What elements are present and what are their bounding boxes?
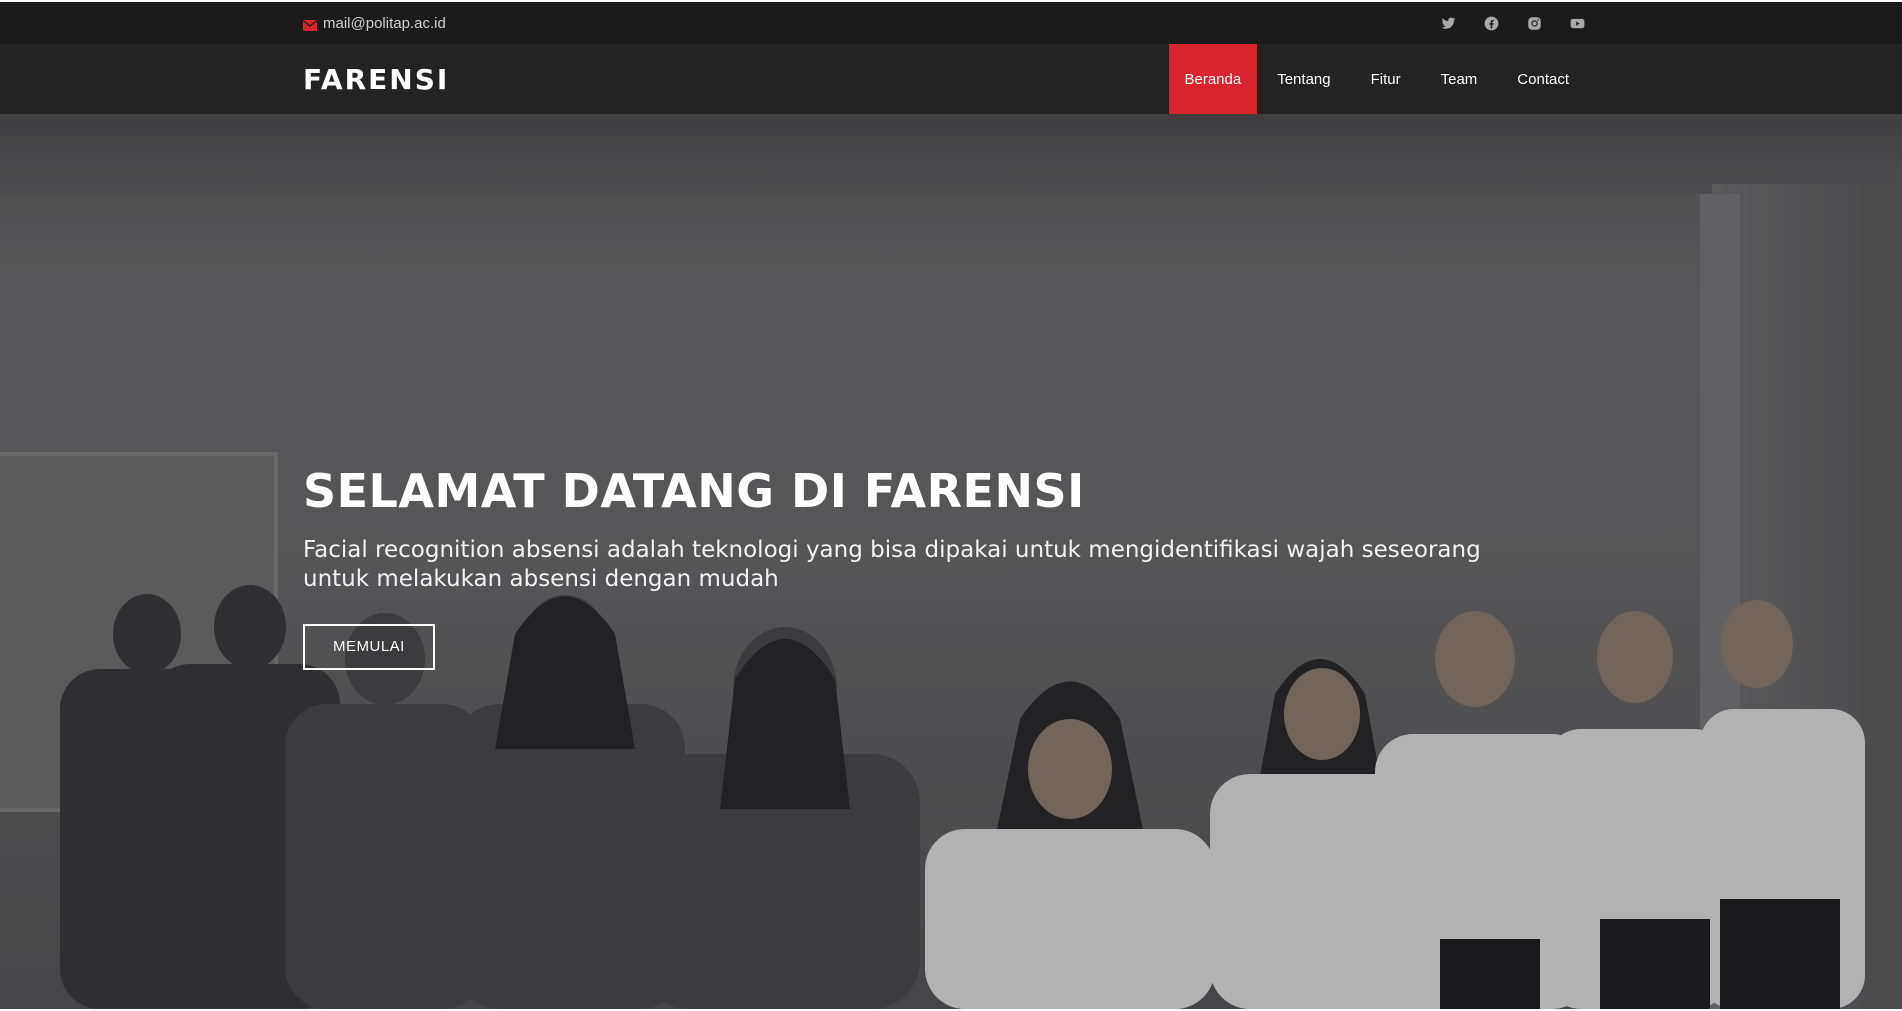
youtube-icon[interactable] [1566, 12, 1589, 35]
hero-content: SELAMAT DATANG DI FARENSI Facial recogni… [303, 464, 1593, 670]
nav-item-beranda[interactable]: Beranda [1168, 44, 1258, 114]
nav-item-fitur[interactable]: Fitur [1351, 44, 1421, 114]
hero-subtitle: Facial recognition absensi adalah teknol… [303, 537, 1481, 592]
contact-info: mail@politap.ac.id [303, 15, 446, 32]
email-link[interactable]: mail@politap.ac.id [323, 15, 446, 32]
hero-title: SELAMAT DATANG DI FARENSI [303, 464, 1085, 518]
site-logo[interactable]: FARENSI [303, 63, 449, 96]
mail-icon [303, 18, 317, 31]
nav-menu: Beranda Tentang Fitur Team Contact [1168, 44, 1590, 114]
nav-item-team[interactable]: Team [1421, 44, 1498, 114]
social-links [1437, 12, 1589, 35]
get-started-button[interactable]: MEMULAI [303, 624, 435, 670]
instagram-icon[interactable] [1523, 12, 1546, 35]
nav-item-contact[interactable]: Contact [1497, 44, 1589, 114]
twitter-icon[interactable] [1437, 12, 1460, 35]
facebook-icon[interactable] [1480, 12, 1503, 35]
hero-section: SELAMAT DATANG DI FARENSI Facial recogni… [0, 114, 1902, 1009]
top-bar: mail@politap.ac.id [0, 2, 1902, 44]
main-navbar: FARENSI Beranda Tentang Fitur Team Conta… [0, 44, 1902, 114]
nav-item-tentang[interactable]: Tentang [1257, 44, 1350, 114]
